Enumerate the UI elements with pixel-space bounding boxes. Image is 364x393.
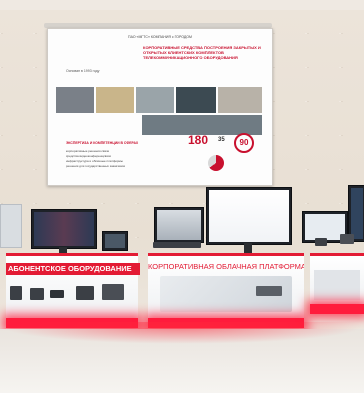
phone-device [340,234,354,244]
slide-stat-35: 35 [218,137,225,143]
slide-photo [56,87,94,113]
right-edge-display [351,188,363,239]
video-conference-display [157,210,201,240]
slide-photo-strip [142,115,262,135]
conference-phone [50,290,64,298]
phone-device [315,238,327,246]
slide-photo [218,87,262,113]
photo-scene: ПАО «МГТС» КОМПАНИЯ с ГОРОДОМ КОРПОРАТИВ… [0,0,364,393]
right-monitor-display [305,214,345,240]
slide-title: КОРПОРАТИВНЫЕ СРЕДСТВА ПОСТРОЕНИЯ ЗАКРЫТ… [143,45,261,60]
banner-corporate-cloud-platform: КОРПОРАТИВНАЯ ОБЛАЧНАЯ ПЛАТФОРМА [148,262,304,271]
monitor-video-conference [154,207,204,243]
monitor-left-display [34,212,94,246]
slide-donut-chart [208,155,224,171]
slide-header: ПАО «МГТС» КОМПАНИЯ с ГОРОДОМ [128,35,192,39]
slide-bullets-header: ЭКСПЕРТИЗА И КОМПЕТЕНЦИИ В СФЕРАХ [66,141,139,145]
slide-stat-90: 90 [234,133,254,153]
counter-center: КОРПОРАТИВНАЯ ОБЛАЧНАЯ ПЛАТФОРМА [148,253,304,322]
counter-left: АБОНЕНТСКОЕ ОБОРУДОВАНИЕ [6,253,140,322]
slide-bullets: корпоративные решения связи средства вид… [66,149,206,169]
slide-bullet: решения для государственных заказчиков [66,164,125,168]
counter-right-graphic [314,270,360,300]
monitor-left [31,209,97,249]
slide-photo [96,87,134,113]
monitor-stand [244,243,252,253]
tablet-display [105,234,125,248]
wall-info-panel [0,204,22,248]
projector-screen: ПАО «МГТС» КОМПАНИЯ с ГОРОДОМ КОРПОРАТИВ… [47,28,273,186]
banner-subscriber-equipment: АБОНЕНТСКОЕ ОБОРУДОВАНИЕ [6,263,140,275]
vc-codec [153,242,201,248]
router-device [256,286,282,296]
ip-phone [10,286,22,300]
desk-phone [102,284,124,300]
slide-stat-180: 180 [188,133,209,147]
ip-phone [30,288,44,300]
monitor-small-tablet [102,231,128,251]
counter-right [310,253,364,308]
slide-photo [136,87,174,113]
ip-phone [76,286,94,300]
slide-subtitle: Основан в 1993 году [66,69,100,73]
slide-photo [176,87,216,113]
large-monitor-display [209,190,289,242]
monitor-large-center [206,187,292,245]
counter-right-glow [310,304,364,314]
floor-red-reflection [0,322,364,344]
ceiling [0,0,364,10]
